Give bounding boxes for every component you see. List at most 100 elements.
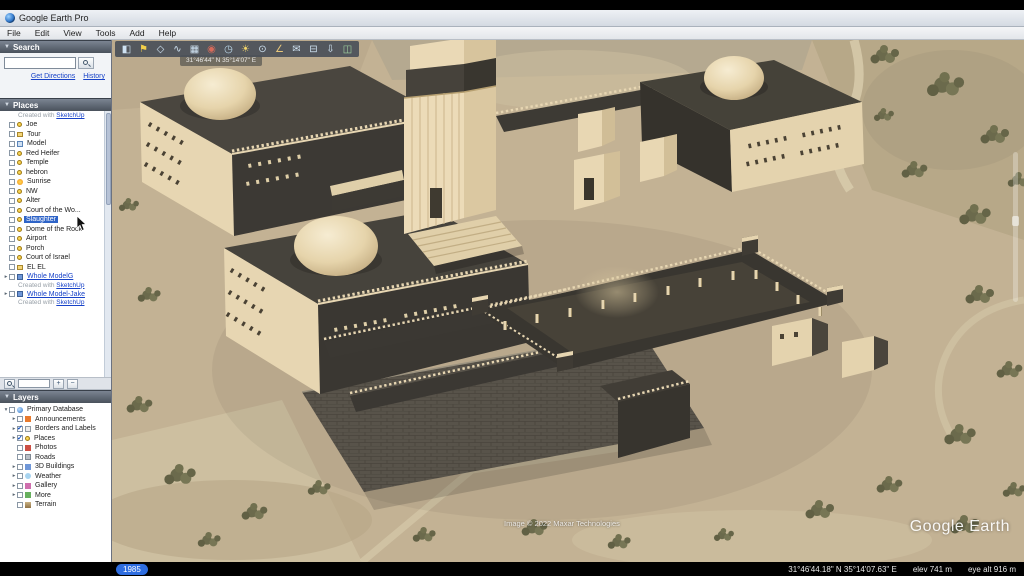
- email-icon[interactable]: ✉: [289, 43, 304, 56]
- places-filter-input[interactable]: [18, 379, 50, 388]
- layer-label[interactable]: Announcements: [33, 416, 88, 423]
- history-link[interactable]: History: [83, 73, 105, 80]
- menu-item[interactable]: Add: [122, 28, 151, 38]
- layers-item[interactable]: ▸ Places: [8, 434, 111, 444]
- places-item[interactable]: Court of Israel: [0, 253, 111, 263]
- menu-item[interactable]: Edit: [28, 28, 57, 38]
- checkbox[interactable]: [17, 445, 23, 451]
- layer-label[interactable]: Roads: [33, 454, 57, 461]
- search-button[interactable]: [78, 57, 94, 69]
- layer-label[interactable]: Photos: [33, 444, 59, 451]
- scrollbar-thumb[interactable]: [106, 113, 111, 205]
- map-3d-view[interactable]: [112, 40, 1024, 562]
- places-scrollbar[interactable]: [104, 111, 111, 377]
- place-label[interactable]: Tour: [25, 131, 43, 138]
- places-item[interactable]: Court of the Wo...: [0, 206, 111, 216]
- model-link[interactable]: Whole ModelG: [25, 273, 75, 280]
- layer-label[interactable]: Terrain: [33, 501, 58, 508]
- checkbox[interactable]: [9, 274, 15, 280]
- layers-item[interactable]: Photos: [8, 443, 111, 453]
- planets-icon[interactable]: ⊙: [255, 43, 270, 56]
- place-label[interactable]: Dome of the Rock: [24, 226, 84, 233]
- checkbox[interactable]: [17, 426, 23, 432]
- place-label[interactable]: EL EL: [25, 264, 48, 271]
- checkbox[interactable]: [9, 169, 15, 175]
- place-label[interactable]: Airport: [24, 235, 49, 242]
- places-item[interactable]: Slaughter: [0, 215, 111, 225]
- checkbox[interactable]: [9, 188, 15, 194]
- zoom-slider[interactable]: [1013, 152, 1018, 302]
- add-content-button[interactable]: +: [53, 379, 64, 389]
- model-link[interactable]: Whole Model-Jake: [25, 291, 87, 298]
- menu-item[interactable]: Help: [152, 28, 183, 38]
- layer-label[interactable]: Gallery: [33, 482, 59, 489]
- add-placemark-icon[interactable]: ⚑: [136, 43, 151, 56]
- menu-item[interactable]: Tools: [89, 28, 123, 38]
- checkbox[interactable]: [9, 160, 15, 166]
- places-panel-header[interactable]: ▼ Places: [0, 98, 111, 111]
- search-input[interactable]: [4, 57, 76, 69]
- search-places-button[interactable]: [4, 379, 15, 389]
- place-label[interactable]: Joe: [24, 121, 39, 128]
- collapse-icon[interactable]: ▼: [4, 102, 10, 108]
- place-label[interactable]: Temple: [24, 159, 51, 166]
- print-icon[interactable]: ⊟: [306, 43, 321, 56]
- layers-item[interactable]: ▸ Borders and Labels: [8, 424, 111, 434]
- checkbox[interactable]: [9, 407, 15, 413]
- checkbox[interactable]: [17, 464, 23, 470]
- place-label[interactable]: Slaughter: [24, 216, 58, 223]
- checkbox[interactable]: [9, 207, 15, 213]
- checkbox[interactable]: [17, 483, 23, 489]
- checkbox[interactable]: [9, 122, 15, 128]
- sketchup-link[interactable]: SketchUp: [56, 282, 84, 289]
- record-tour-icon[interactable]: ◉: [204, 43, 219, 56]
- places-item[interactable]: Red Heifer: [0, 149, 111, 159]
- checkbox[interactable]: [9, 291, 15, 297]
- checkbox[interactable]: [9, 198, 15, 204]
- checkbox[interactable]: [9, 245, 15, 251]
- layers-item[interactable]: ▸ Announcements: [8, 415, 111, 425]
- places-item[interactable]: Porch: [0, 244, 111, 254]
- checkbox[interactable]: [17, 502, 23, 508]
- add-path-icon[interactable]: ∿: [170, 43, 185, 56]
- sunlight-icon[interactable]: ☀: [238, 43, 253, 56]
- menu-item[interactable]: File: [0, 28, 28, 38]
- add-polygon-icon[interactable]: ◇: [153, 43, 168, 56]
- places-item[interactable]: Temple: [0, 158, 111, 168]
- places-item[interactable]: Sunrise: [0, 177, 111, 187]
- place-label[interactable]: Alter: [24, 197, 42, 204]
- zoom-slider-thumb[interactable]: [1012, 216, 1019, 226]
- places-item[interactable]: hebron: [0, 168, 111, 178]
- layer-label[interactable]: 3D Buildings: [33, 463, 76, 470]
- places-item[interactable]: EL EL: [0, 263, 111, 273]
- layers-item[interactable]: Terrain: [8, 500, 111, 510]
- search-panel-header[interactable]: ▼ Search: [0, 40, 111, 53]
- place-label[interactable]: Court of Israel: [24, 254, 72, 261]
- checkbox[interactable]: [9, 141, 15, 147]
- checkbox[interactable]: [9, 264, 15, 270]
- collapse-icon[interactable]: ▼: [4, 394, 10, 400]
- layer-label[interactable]: Borders and Labels: [33, 425, 98, 432]
- checkbox[interactable]: [9, 179, 15, 185]
- places-item[interactable]: ▸ Whole Model-Jake: [0, 290, 111, 300]
- checkbox[interactable]: [17, 454, 23, 460]
- checkbox[interactable]: [17, 473, 23, 479]
- places-item[interactable]: Tour: [0, 130, 111, 140]
- place-label[interactable]: hebron: [24, 169, 50, 176]
- place-label[interactable]: Court of the Wo...: [24, 207, 83, 214]
- checkbox[interactable]: [17, 416, 23, 422]
- places-item[interactable]: Model: [0, 139, 111, 149]
- place-label[interactable]: Red Heifer: [24, 150, 61, 157]
- layers-item[interactable]: ▾ Primary Database: [0, 405, 111, 415]
- checkbox[interactable]: [9, 131, 15, 137]
- map-viewport[interactable]: ◧ ⚑ ◇ ∿ ▦ ◉ ◷ ☀ ⊙ ∠: [112, 40, 1024, 562]
- layers-item[interactable]: Roads: [8, 453, 111, 463]
- checkbox[interactable]: [9, 226, 15, 232]
- checkbox[interactable]: [17, 435, 23, 441]
- checkbox[interactable]: [9, 236, 15, 242]
- ruler-icon[interactable]: ∠: [272, 43, 287, 56]
- checkbox[interactable]: [9, 217, 15, 223]
- historical-imagery-icon[interactable]: ◷: [221, 43, 236, 56]
- checkbox[interactable]: [9, 255, 15, 261]
- places-item[interactable]: ▸ Whole ModelG: [0, 272, 111, 282]
